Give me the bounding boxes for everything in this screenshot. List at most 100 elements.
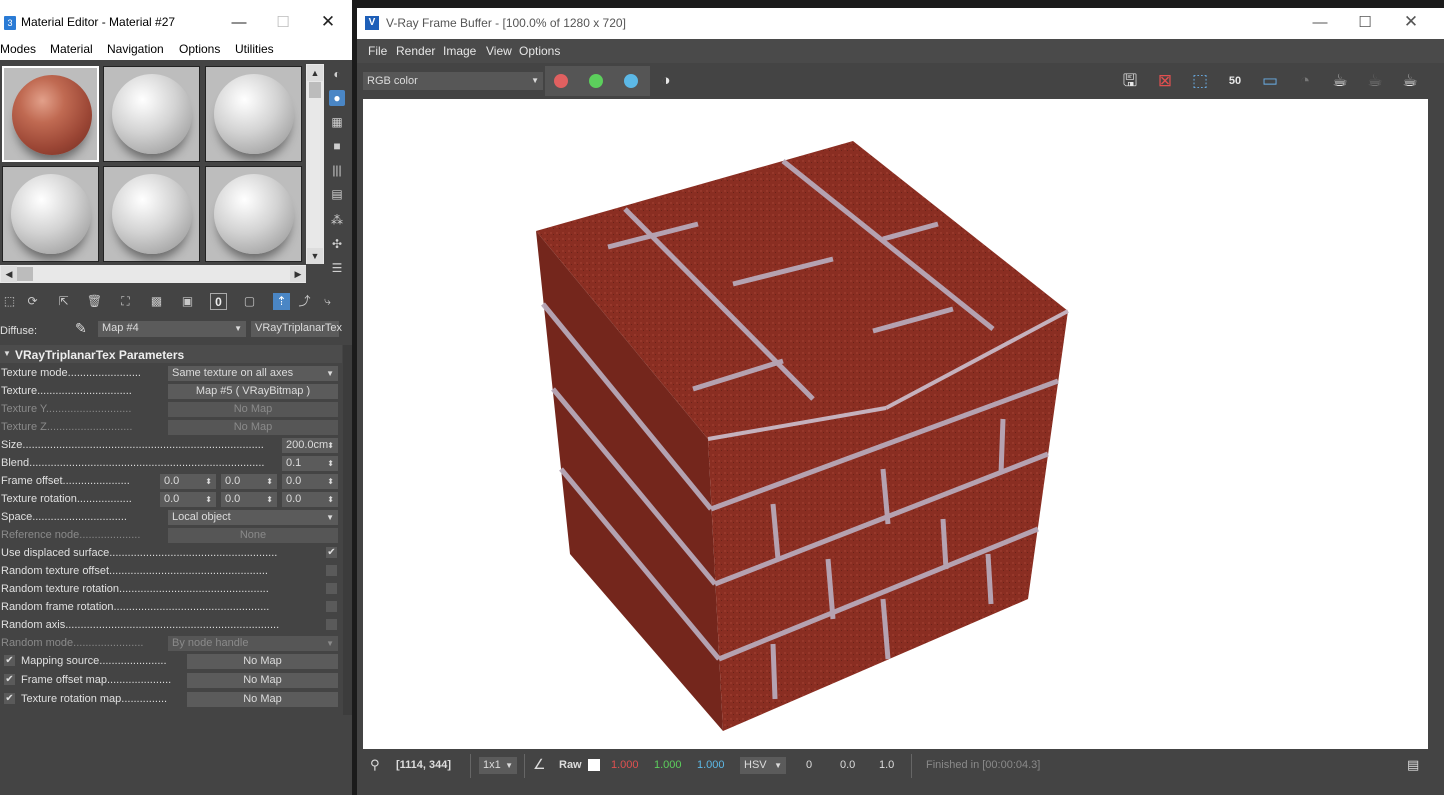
- menu-image[interactable]: Image: [443, 44, 476, 58]
- menu-options[interactable]: Options: [519, 44, 560, 58]
- select-by-material-icon[interactable]: ✣: [329, 236, 345, 252]
- scroll-down-icon[interactable]: ▼: [307, 248, 323, 264]
- texture-z-button[interactable]: No Map: [168, 420, 338, 435]
- green-channel-button[interactable]: [589, 74, 603, 88]
- texture-rotation-map-button[interactable]: No Map: [187, 692, 338, 707]
- video-color-check-icon[interactable]: |||: [329, 162, 345, 178]
- sample-slot-1[interactable]: [2, 66, 99, 162]
- red-channel-button[interactable]: [554, 74, 568, 88]
- map-type-button[interactable]: VRayTriplanarTex: [251, 321, 342, 337]
- render-icon[interactable]: ☕: [1397, 70, 1423, 92]
- scroll-left-icon[interactable]: ◀: [1, 266, 17, 282]
- close-button[interactable]: ✕: [313, 13, 343, 30]
- show-shaded-icon[interactable]: ▢: [241, 293, 258, 310]
- stop-interactive-icon[interactable]: ☕: [1362, 70, 1388, 92]
- clear-image-icon[interactable]: ⊠: [1152, 70, 1178, 92]
- assign-to-selection-icon[interactable]: ⇱: [55, 293, 72, 310]
- scroll-thumb-h[interactable]: [17, 267, 33, 281]
- save-image-icon[interactable]: 🖫: [1117, 70, 1143, 92]
- random-axis-checkbox[interactable]: [326, 619, 337, 630]
- reference-node-button[interactable]: None: [168, 528, 338, 543]
- texture-y-button[interactable]: No Map: [168, 402, 338, 417]
- eyedropper-icon[interactable]: ✎: [75, 320, 87, 337]
- scroll-thumb[interactable]: [309, 82, 321, 98]
- texture-rotation-map-checkbox[interactable]: ✔: [4, 693, 15, 704]
- blue-channel-button[interactable]: [624, 74, 638, 88]
- menu-modes[interactable]: Modes: [0, 42, 36, 56]
- reset-map-icon[interactable]: 🗑: [86, 293, 103, 310]
- menu-navigation[interactable]: Navigation: [107, 42, 164, 56]
- put-to-library-icon[interactable]: ▩: [148, 293, 165, 310]
- menu-view[interactable]: View: [486, 44, 512, 58]
- maximize-button[interactable]: ☐: [268, 15, 298, 31]
- menu-utilities[interactable]: Utilities: [235, 42, 274, 56]
- sample-slot-6[interactable]: [205, 166, 302, 262]
- mapping-source-button[interactable]: No Map: [187, 654, 338, 669]
- background-checker-icon[interactable]: ▦: [329, 114, 345, 130]
- menu-material[interactable]: Material: [50, 42, 93, 56]
- texture-mode-dropdown[interactable]: Same texture on all axes ▼: [168, 366, 338, 381]
- color-picker-icon[interactable]: ∠: [533, 756, 546, 773]
- render-canvas[interactable]: [363, 99, 1428, 749]
- go-to-parent-icon[interactable]: ⤴: [296, 293, 313, 310]
- material-map-navigator-icon[interactable]: ☰: [329, 260, 345, 276]
- material-editor-titlebar[interactable]: 3 Material Editor - Material #27 — ☐ ✕: [0, 0, 352, 39]
- menu-render[interactable]: Render: [396, 44, 435, 58]
- backlight-icon[interactable]: ●: [329, 90, 345, 106]
- sample-slot-3[interactable]: [205, 66, 302, 162]
- sample-slot-4[interactable]: [2, 166, 99, 262]
- texture-rotation-x-spinner[interactable]: 0.0 ⬍: [160, 492, 216, 507]
- region-render-icon[interactable]: ⬚: [1187, 70, 1213, 92]
- frame-offset-z-spinner[interactable]: 0.0 ⬍: [282, 474, 338, 489]
- texture-rotation-y-spinner[interactable]: 0.0 ⬍: [221, 492, 277, 507]
- random-frame-rotation-checkbox[interactable]: [326, 601, 337, 612]
- go-forward-sibling-icon[interactable]: ⤷: [319, 293, 336, 310]
- stop-render-icon[interactable]: ◔: [1292, 70, 1318, 92]
- history-icon[interactable]: 50: [1222, 70, 1248, 92]
- size-spinner[interactable]: 200.0cm ⬍: [282, 438, 338, 453]
- pin-icon[interactable]: ⚲: [370, 757, 380, 773]
- vfb-titlebar[interactable]: V V-Ray Frame Buffer - [100.0% of 1280 x…: [357, 8, 1444, 39]
- material-id-channel-icon[interactable]: 0: [210, 293, 227, 310]
- close-button[interactable]: ✕: [1396, 13, 1426, 30]
- scroll-up-icon[interactable]: ▲: [307, 65, 323, 81]
- blend-spinner[interactable]: 0.1 ⬍: [282, 456, 338, 471]
- put-material-icon[interactable]: ⟳: [24, 293, 41, 310]
- minimize-button[interactable]: —: [1305, 15, 1335, 31]
- lens-effects-icon[interactable]: ▭: [1257, 70, 1283, 92]
- sample-uv-tiling-icon[interactable]: ■: [329, 138, 345, 154]
- texture-rotation-z-spinner[interactable]: 0.0 ⬍: [282, 492, 338, 507]
- get-material-icon[interactable]: ⬚: [1, 293, 18, 310]
- random-texture-rotation-checkbox[interactable]: [326, 583, 337, 594]
- random-mode-dropdown[interactable]: By node handle ▼: [168, 636, 338, 651]
- channel-dropdown[interactable]: RGB color ▼: [363, 72, 543, 90]
- alpha-channel-icon[interactable]: ◑: [653, 70, 679, 92]
- space-dropdown[interactable]: Local object ▼: [168, 510, 338, 525]
- menu-options[interactable]: Options: [179, 42, 220, 56]
- render-interactive-icon[interactable]: ☕: [1327, 70, 1353, 92]
- minimize-button[interactable]: —: [224, 15, 254, 31]
- sample-type-icon[interactable]: ◐: [329, 66, 345, 82]
- horizontal-scrollbar[interactable]: [0, 265, 306, 283]
- save-icon[interactable]: ▣: [179, 293, 196, 310]
- options-icon[interactable]: ⁂: [329, 212, 345, 228]
- make-preview-icon[interactable]: ▤: [329, 186, 345, 202]
- mapping-source-checkbox[interactable]: ✔: [4, 655, 15, 666]
- maximize-button[interactable]: ☐: [1350, 15, 1380, 31]
- ratio-dropdown[interactable]: 1x1 ▼: [479, 757, 517, 774]
- rollout-collapse-icon[interactable]: ▼: [3, 349, 11, 358]
- map-name-field[interactable]: Map #4 ▼: [98, 321, 246, 337]
- use-displaced-checkbox[interactable]: ✔: [326, 547, 337, 558]
- colorspace-dropdown[interactable]: HSV ▼: [740, 757, 786, 774]
- texture-map-button[interactable]: Map #5 ( VRayBitmap ): [168, 384, 338, 399]
- scroll-right-icon[interactable]: ▶: [290, 266, 306, 282]
- make-unique-icon[interactable]: ⛶: [117, 293, 134, 310]
- sample-slot-5[interactable]: [103, 166, 200, 262]
- frame-offset-y-spinner[interactable]: 0.0 ⬍: [221, 474, 277, 489]
- frame-offset-map-button[interactable]: No Map: [187, 673, 338, 688]
- show-end-result-icon[interactable]: ⇡: [273, 293, 290, 310]
- frame-offset-x-spinner[interactable]: 0.0 ⬍: [160, 474, 216, 489]
- frame-offset-map-checkbox[interactable]: ✔: [4, 674, 15, 685]
- random-texture-offset-checkbox[interactable]: [326, 565, 337, 576]
- menu-file[interactable]: File: [368, 44, 387, 58]
